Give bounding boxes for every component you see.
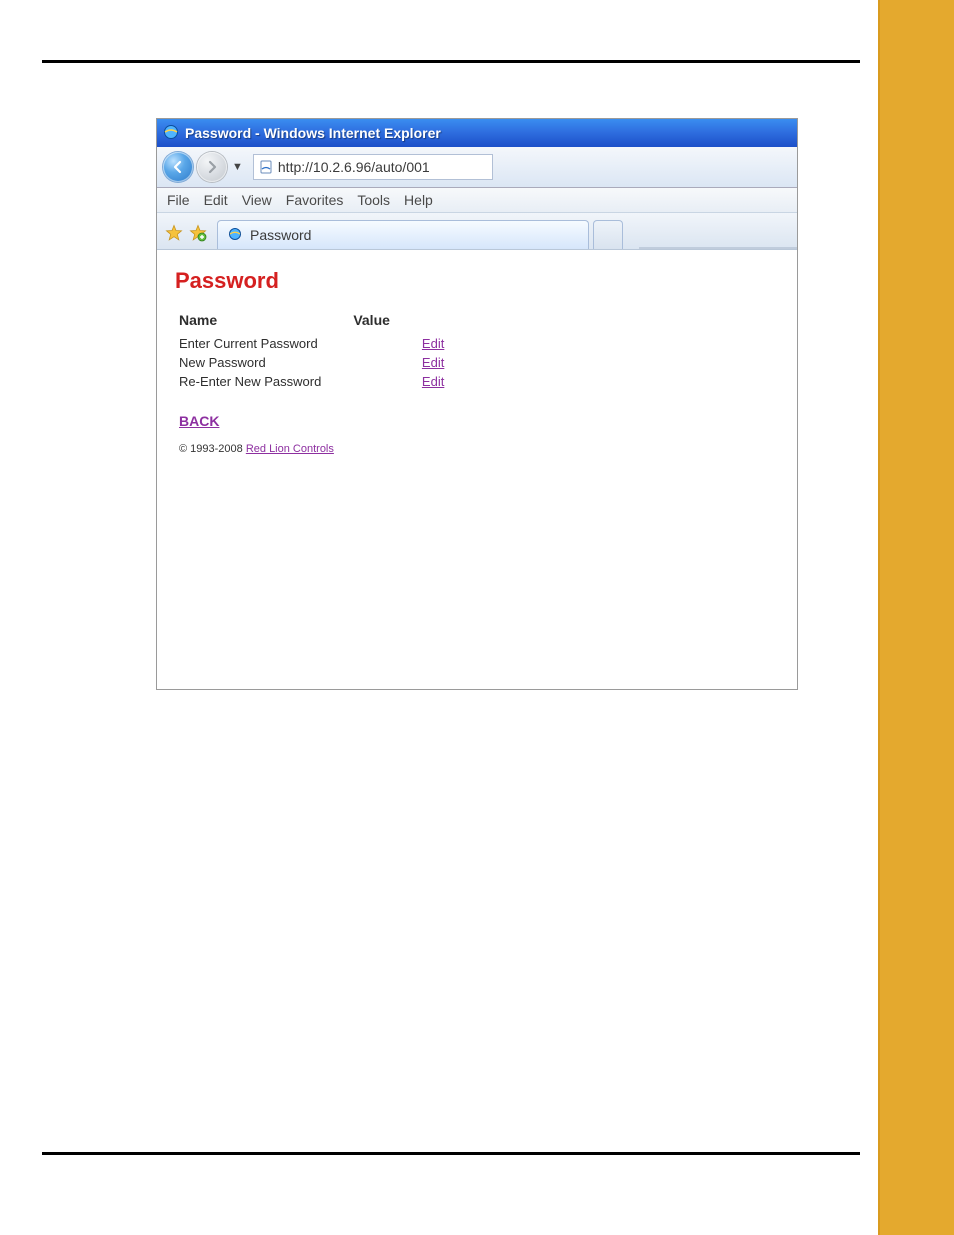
row-value: [349, 334, 418, 353]
tabbar-bottom-rule: [639, 247, 797, 249]
copyright: © 1993-2008 Red Lion Controls: [179, 443, 779, 455]
edit-link[interactable]: Edit: [422, 374, 444, 389]
table-row: New Password Edit: [175, 353, 472, 372]
page-icon: [258, 159, 274, 175]
copyright-text: © 1993-2008: [179, 443, 246, 455]
address-text: http://10.2.6.96/auto/001: [278, 159, 430, 175]
menu-favorites[interactable]: Favorites: [286, 192, 344, 208]
doc-margin-bar: [878, 0, 954, 1235]
browser-window: Password - Windows Internet Explorer ▼ h…: [156, 118, 798, 690]
table-row: Re-Enter New Password Edit: [175, 372, 472, 391]
table-row: Enter Current Password Edit: [175, 334, 472, 353]
back-link[interactable]: BACK: [179, 413, 219, 429]
edit-link[interactable]: Edit: [422, 336, 444, 351]
browser-tab[interactable]: Password: [217, 220, 589, 249]
table-header-row: Name Value: [175, 310, 472, 334]
add-favorite-icon[interactable]: [189, 224, 207, 242]
copyright-link[interactable]: Red Lion Controls: [246, 443, 334, 455]
menu-tools[interactable]: Tools: [357, 192, 390, 208]
menu-bar: File Edit View Favorites Tools Help: [157, 188, 797, 213]
row-name: Enter Current Password: [175, 334, 349, 353]
nav-toolbar: ▼ http://10.2.6.96/auto/001: [157, 147, 797, 188]
window-title: Password - Windows Internet Explorer: [185, 125, 441, 141]
favorites-star-icon[interactable]: [165, 224, 183, 242]
menu-view[interactable]: View: [242, 192, 272, 208]
doc-rule-bottom: [42, 1152, 860, 1155]
row-name: Re-Enter New Password: [175, 372, 349, 391]
new-tab-button[interactable]: [593, 220, 623, 249]
menu-file[interactable]: File: [167, 192, 190, 208]
edit-link[interactable]: Edit: [422, 355, 444, 370]
doc-margin-bar-edge: [878, 0, 880, 1235]
back-button[interactable]: [163, 152, 193, 182]
nav-recent-dropdown[interactable]: ▼: [231, 161, 245, 173]
tab-label: Password: [250, 227, 311, 243]
row-value: [349, 353, 418, 372]
row-value: [349, 372, 418, 391]
page-heading: Password: [175, 268, 779, 294]
doc-rule-top: [42, 60, 860, 63]
ie-tab-icon: [228, 227, 244, 243]
row-name: New Password: [175, 353, 349, 372]
col-name: Name: [175, 310, 349, 334]
forward-button[interactable]: [197, 152, 227, 182]
address-bar[interactable]: http://10.2.6.96/auto/001: [253, 154, 493, 180]
page-content: Password Name Value Enter Current Passwo…: [157, 250, 797, 469]
title-bar: Password - Windows Internet Explorer: [157, 119, 797, 147]
menu-help[interactable]: Help: [404, 192, 433, 208]
menu-edit[interactable]: Edit: [204, 192, 228, 208]
ie-logo-icon: [163, 124, 185, 143]
password-table: Name Value Enter Current Password Edit N…: [175, 310, 472, 391]
tab-bar: Password: [157, 213, 797, 250]
col-value: Value: [349, 310, 418, 334]
